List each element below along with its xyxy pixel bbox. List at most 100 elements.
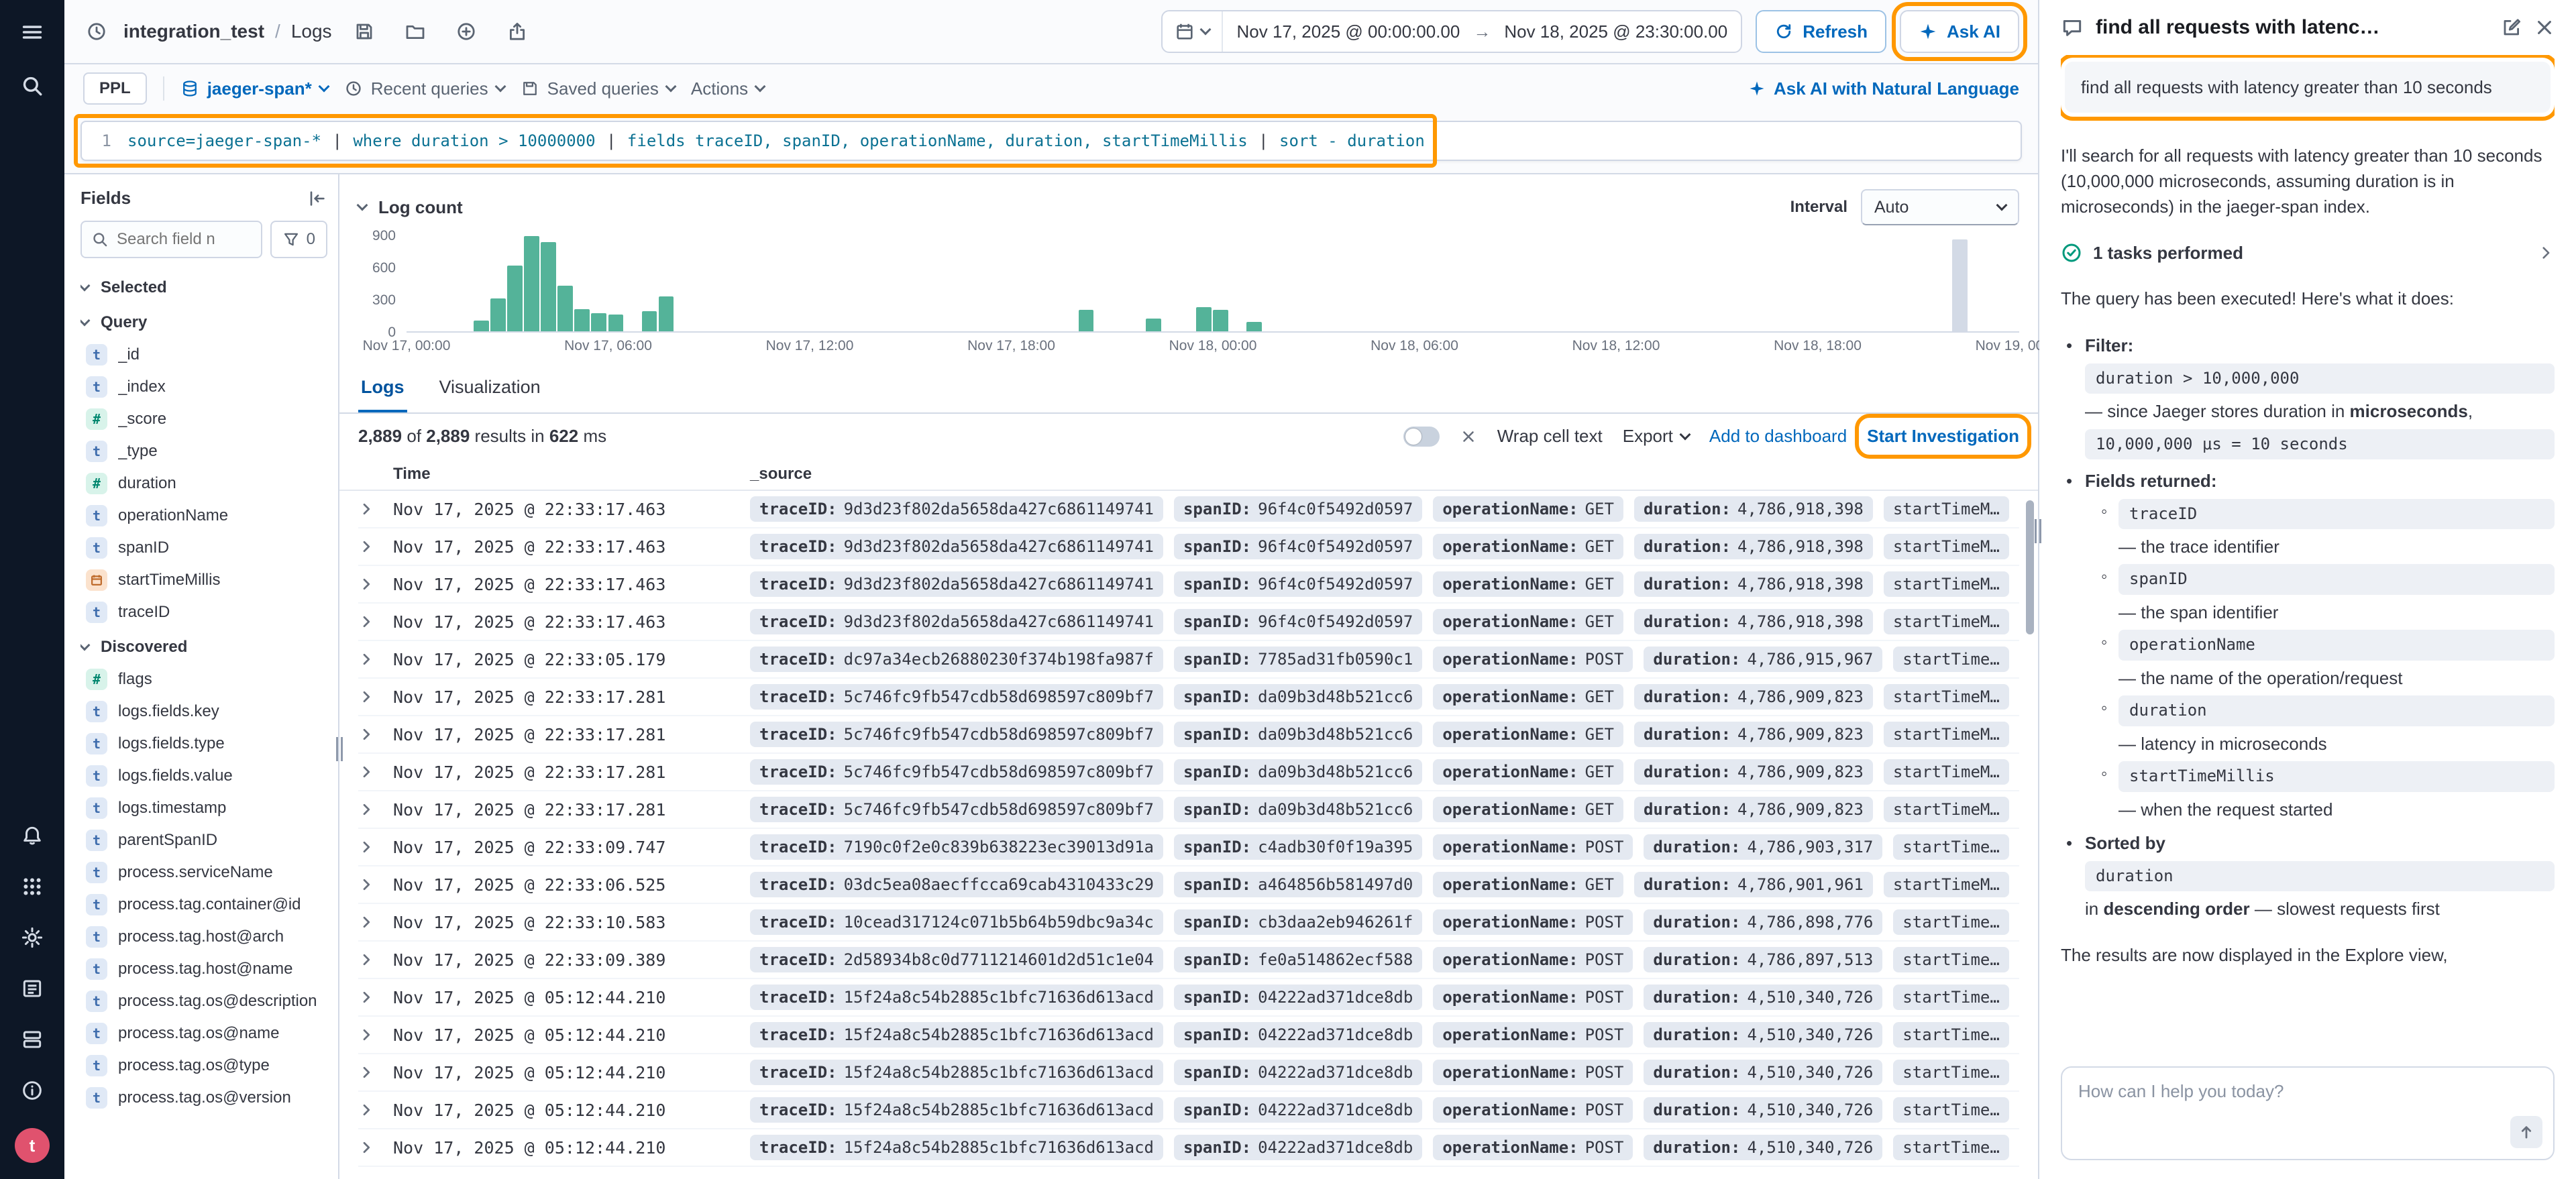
panel-resize-handle[interactable]: [334, 737, 345, 761]
wrap-cell-text-label[interactable]: Wrap cell text: [1497, 426, 1603, 447]
breadcrumb-page[interactable]: Logs: [291, 21, 332, 42]
layers-icon[interactable]: [19, 1026, 46, 1053]
expand-row-icon[interactable]: [358, 914, 393, 930]
add-to-dashboard-link[interactable]: Add to dashboard: [1709, 426, 1847, 447]
field-item[interactable]: t_type: [80, 435, 327, 467]
table-row[interactable]: Nov 17, 2025 @ 22:33:10.583traceID:10cea…: [358, 904, 2019, 942]
expand-row-icon[interactable]: [358, 1102, 393, 1118]
field-item[interactable]: tprocess.tag.host@name: [80, 953, 327, 985]
field-item[interactable]: toperationName: [80, 500, 327, 532]
ask-ai-natural-language-link[interactable]: Ask AI with Natural Language: [1748, 78, 2019, 99]
field-item[interactable]: tlogs.fields.key: [80, 695, 327, 728]
chat-input[interactable]: How can I help you today?: [2061, 1066, 2555, 1160]
date-start[interactable]: Nov 17, 2025 @ 00:00:00.00: [1223, 21, 1473, 42]
field-filter-button[interactable]: 0: [270, 221, 327, 258]
expand-row-icon[interactable]: [358, 1027, 393, 1043]
add-icon[interactable]: [447, 13, 485, 50]
ask-ai-button[interactable]: Ask AI: [1900, 10, 2019, 53]
field-item[interactable]: tparentSpanID: [80, 824, 327, 856]
share-icon[interactable]: [498, 13, 536, 50]
date-range-picker[interactable]: Nov 17, 2025 @ 00:00:00.00 → Nov 18, 202…: [1161, 10, 1742, 53]
table-row[interactable]: Nov 17, 2025 @ 05:12:44.210traceID:15f24…: [358, 979, 2019, 1017]
close-icon[interactable]: [2534, 17, 2555, 38]
new-chat-icon[interactable]: [2501, 17, 2522, 38]
field-item[interactable]: tlogs.fields.type: [80, 728, 327, 760]
field-item[interactable]: tprocess.serviceName: [80, 856, 327, 889]
avatar[interactable]: t: [15, 1128, 50, 1163]
table-row[interactable]: Nov 17, 2025 @ 05:12:44.210traceID:15f24…: [358, 1092, 2019, 1129]
expand-row-icon[interactable]: [358, 801, 393, 818]
table-row[interactable]: Nov 17, 2025 @ 22:33:09.747traceID:7190c…: [358, 829, 2019, 866]
table-row[interactable]: Nov 17, 2025 @ 22:33:17.463traceID:9d3d2…: [358, 566, 2019, 604]
log-list-icon[interactable]: [19, 975, 46, 1002]
table-row[interactable]: Nov 17, 2025 @ 05:12:44.210traceID:15f24…: [358, 1017, 2019, 1054]
expand-row-icon[interactable]: [358, 839, 393, 855]
table-row[interactable]: Nov 17, 2025 @ 22:33:17.281traceID:5c746…: [358, 791, 2019, 829]
table-row[interactable]: Nov 17, 2025 @ 22:33:05.179traceID:dc97a…: [358, 641, 2019, 679]
breadcrumb-app[interactable]: integration_test: [123, 21, 264, 42]
field-item[interactable]: t_id: [80, 339, 327, 371]
expand-row-icon[interactable]: [358, 576, 393, 592]
date-end[interactable]: Nov 18, 2025 @ 23:30:00.00: [1491, 21, 1741, 42]
expand-row-icon[interactable]: [358, 614, 393, 630]
field-item[interactable]: t_index: [80, 371, 327, 403]
expand-row-icon[interactable]: [358, 501, 393, 517]
field-search-input[interactable]: [117, 230, 252, 249]
field-item[interactable]: #duration: [80, 467, 327, 500]
expand-row-icon[interactable]: [358, 1139, 393, 1156]
field-item[interactable]: tprocess.tag.os@version: [80, 1082, 327, 1114]
table-row[interactable]: Nov 17, 2025 @ 05:12:44.210traceID:15f24…: [358, 1054, 2019, 1092]
search-icon[interactable]: [19, 72, 46, 99]
query-text[interactable]: source=jaeger-span-* | where duration > …: [127, 131, 1425, 150]
field-item[interactable]: tspanID: [80, 532, 327, 564]
recent-queries-menu[interactable]: Recent queries: [344, 78, 504, 99]
notifications-icon[interactable]: [19, 822, 46, 849]
query-editor[interactable]: 1 source=jaeger-span-* | where duration …: [80, 121, 2022, 161]
clear-icon[interactable]: [1460, 428, 1477, 445]
field-item[interactable]: startTimeMillis: [80, 564, 327, 596]
chart-collapse-icon[interactable]: [357, 200, 368, 211]
gear-icon[interactable]: [19, 924, 46, 951]
field-section-header[interactable]: Query: [80, 304, 327, 339]
query-language-selector[interactable]: PPL: [83, 72, 147, 105]
send-button[interactable]: [2510, 1116, 2542, 1148]
expand-row-icon[interactable]: [358, 726, 393, 742]
table-row[interactable]: Nov 17, 2025 @ 22:33:06.525traceID:03dc5…: [358, 866, 2019, 904]
expand-row-icon[interactable]: [358, 1064, 393, 1080]
column-time[interactable]: Time: [393, 465, 750, 484]
field-item[interactable]: tlogs.fields.value: [80, 760, 327, 792]
dataset-selector[interactable]: jaeger-span*: [180, 78, 328, 99]
field-item[interactable]: tprocess.tag.host@arch: [80, 921, 327, 953]
field-item[interactable]: tprocess.tag.container@id: [80, 889, 327, 921]
table-row[interactable]: Nov 17, 2025 @ 05:12:44.210traceID:15f24…: [358, 1129, 2019, 1167]
tasks-performed[interactable]: 1 tasks performed: [2061, 242, 2555, 264]
expand-row-icon[interactable]: [358, 651, 393, 667]
start-investigation-link[interactable]: Start Investigation: [1867, 426, 2019, 447]
table-row[interactable]: Nov 17, 2025 @ 22:33:17.463traceID:9d3d2…: [358, 491, 2019, 528]
apps-grid-icon[interactable]: [19, 873, 46, 900]
hamburger-menu-icon[interactable]: [19, 19, 46, 46]
field-section-header[interactable]: Selected: [80, 269, 327, 304]
table-row[interactable]: Nov 17, 2025 @ 22:33:17.281traceID:5c746…: [358, 754, 2019, 791]
column-source[interactable]: _source: [750, 465, 812, 484]
field-item[interactable]: #flags: [80, 663, 327, 695]
tab-logs[interactable]: Logs: [358, 365, 407, 412]
field-item[interactable]: tlogs.timestamp: [80, 792, 327, 824]
actions-menu[interactable]: Actions: [691, 78, 764, 99]
field-item[interactable]: tprocess.tag.os@description: [80, 985, 327, 1017]
info-icon[interactable]: [19, 1077, 46, 1104]
field-search[interactable]: [80, 221, 262, 258]
expand-row-icon[interactable]: [358, 689, 393, 705]
refresh-button[interactable]: Refresh: [1756, 10, 1886, 53]
save-icon[interactable]: [345, 13, 383, 50]
calendar-icon[interactable]: [1163, 11, 1223, 52]
export-menu[interactable]: Export: [1623, 426, 1689, 447]
table-row[interactable]: Nov 17, 2025 @ 22:33:17.281traceID:5c746…: [358, 716, 2019, 754]
table-row[interactable]: Nov 17, 2025 @ 22:33:17.463traceID:9d3d2…: [358, 528, 2019, 566]
saved-queries-menu[interactable]: Saved queries: [521, 78, 675, 99]
open-folder-icon[interactable]: [396, 13, 434, 50]
field-section-header[interactable]: Discovered: [80, 628, 327, 663]
wrap-toggle[interactable]: [1403, 427, 1440, 447]
expand-row-icon[interactable]: [358, 764, 393, 780]
table-row[interactable]: Nov 17, 2025 @ 22:33:09.389traceID:2d589…: [358, 942, 2019, 979]
